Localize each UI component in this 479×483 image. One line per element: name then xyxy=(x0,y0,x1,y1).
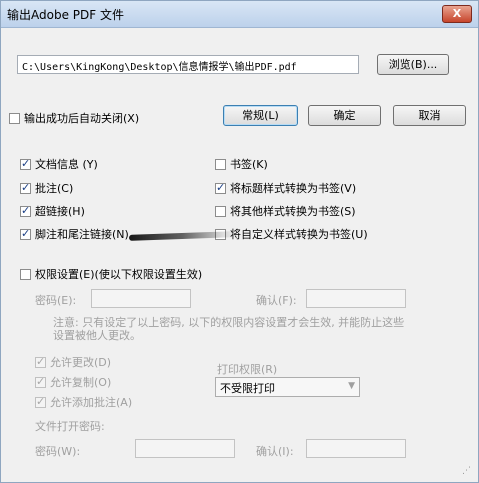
ok-button[interactable]: 确定 xyxy=(308,105,381,126)
auto-close-checkbox[interactable]: 输出成功后自动关闭(X) xyxy=(9,110,139,126)
allow-copy-box[interactable] xyxy=(35,375,46,388)
annotations-label: 批注(C) xyxy=(35,182,74,195)
cancel-button[interactable]: 取消 xyxy=(393,105,466,126)
footnote-links-label: 脚注和尾注链接(N) xyxy=(35,228,129,241)
hyperlinks-label: 超链接(H) xyxy=(35,205,85,218)
heading-bookmarks-label: 将标题样式转换为书签(V) xyxy=(230,182,357,195)
confirm-password-input[interactable] xyxy=(306,289,406,308)
permission-checkbox[interactable]: 权限设置(E)(使以下权限设置生效) xyxy=(20,266,202,282)
open-confirm-label: 确认(I): xyxy=(256,445,294,458)
general-button[interactable]: 常规(L) xyxy=(223,105,298,126)
allow-copy-checkbox[interactable]: 允许复制(O) xyxy=(35,374,111,390)
allow-annotate-checkbox[interactable]: 允许添加批注(A) xyxy=(35,394,132,410)
allow-copy-label: 允许复制(O) xyxy=(50,376,112,389)
other-styles-checkbox[interactable]: 将其他样式转换为书签(S) xyxy=(215,203,356,219)
open-password-heading: 文件打开密码: xyxy=(35,420,105,433)
chevron-down-icon: ▼ xyxy=(348,381,355,391)
other-styles-label: 将其他样式转换为书签(S) xyxy=(230,205,356,218)
allow-change-checkbox[interactable]: 允许更改(D) xyxy=(35,354,111,370)
pdf-export-dialog: 输出Adobe PDF 文件 X C:\Users\KingKong\Deskt… xyxy=(0,0,479,483)
print-permission-label: 打印权限(R) xyxy=(217,363,278,376)
permission-label: 权限设置(E)(使以下权限设置生效) xyxy=(35,268,203,281)
open-password-input[interactable] xyxy=(135,439,235,458)
doc-info-checkbox[interactable]: 文档信息 (Y) xyxy=(20,156,98,172)
title-bar: 输出Adobe PDF 文件 X xyxy=(1,1,478,28)
annotations-checkbox[interactable]: 批注(C) xyxy=(20,180,73,196)
footnote-links-box[interactable] xyxy=(20,227,31,240)
bookmarks-checkbox[interactable]: 书签(K) xyxy=(215,156,268,172)
allow-change-box[interactable] xyxy=(35,355,46,368)
auto-close-box[interactable] xyxy=(9,112,20,124)
permission-box[interactable] xyxy=(20,268,31,280)
custom-styles-label: 将自定义样式转换为书签(U) xyxy=(230,228,368,241)
bookmarks-label: 书签(K) xyxy=(230,158,268,171)
dialog-title: 输出Adobe PDF 文件 xyxy=(7,8,124,22)
hyperlinks-box[interactable] xyxy=(20,204,31,217)
close-button[interactable]: X xyxy=(442,5,472,23)
bookmarks-box[interactable] xyxy=(215,158,226,170)
custom-styles-checkbox[interactable]: 将自定义样式转换为书签(U) xyxy=(215,226,368,242)
confirm-label: 确认(F): xyxy=(256,294,297,307)
heading-bookmarks-checkbox[interactable]: 将标题样式转换为书签(V) xyxy=(215,180,356,196)
doc-info-box[interactable] xyxy=(20,157,31,170)
annotations-box[interactable] xyxy=(20,181,31,194)
password-input[interactable] xyxy=(91,289,191,308)
allow-annotate-label: 允许添加批注(A) xyxy=(50,396,133,409)
hyperlinks-checkbox[interactable]: 超链接(H) xyxy=(20,203,85,219)
password-label: 密码(E): xyxy=(35,294,77,307)
output-path-input[interactable]: C:\Users\KingKong\Desktop\信息情报学\输出PDF.pd… xyxy=(17,55,359,74)
resize-grip-icon[interactable]: ⋰ xyxy=(462,466,474,478)
permission-note: 注意: 只有设定了以上密码, 以下的权限内容设置才会生效, 并能防止这些设置被他… xyxy=(53,316,405,342)
auto-close-label: 输出成功后自动关闭(X) xyxy=(24,112,140,125)
browse-button[interactable]: 浏览(B)... xyxy=(377,54,449,75)
print-permission-value: 不受限打印 xyxy=(220,382,275,395)
open-confirm-input[interactable] xyxy=(306,439,406,458)
doc-info-label: 文档信息 (Y) xyxy=(35,158,98,171)
print-permission-select[interactable]: 不受限打印 ▼ xyxy=(215,377,360,397)
open-password-label: 密码(W): xyxy=(35,445,81,458)
allow-annotate-box[interactable] xyxy=(35,395,46,408)
allow-change-label: 允许更改(D) xyxy=(50,356,112,369)
footnote-links-checkbox[interactable]: 脚注和尾注链接(N) xyxy=(20,226,129,242)
heading-bookmarks-box[interactable] xyxy=(215,181,226,194)
other-styles-box[interactable] xyxy=(215,205,226,217)
